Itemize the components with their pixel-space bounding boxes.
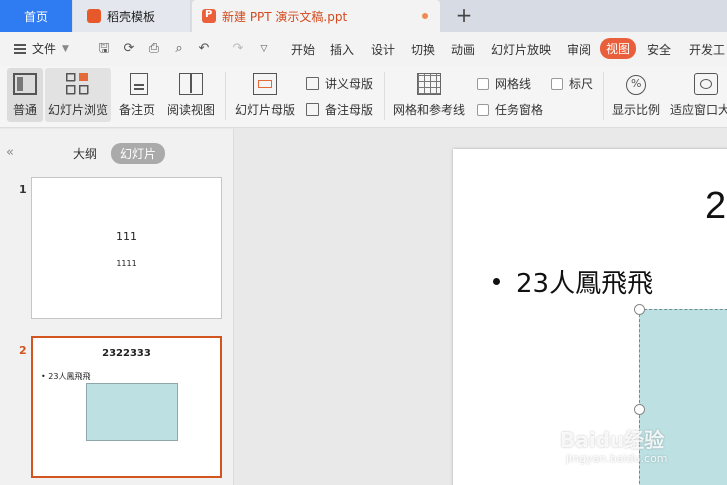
menu-security[interactable]: 安全: [647, 41, 671, 58]
unsaved-dot-icon: [422, 13, 428, 19]
menu-view[interactable]: 视图: [600, 38, 637, 59]
slide-bullet[interactable]: 23人鳳飛飛: [493, 263, 653, 300]
reading-view-icon: [179, 73, 203, 95]
new-tab-button[interactable]: +: [452, 4, 476, 28]
menu-start[interactable]: 开始: [291, 41, 315, 58]
bullet-icon: [493, 278, 500, 285]
ruler-check-box[interactable]: [551, 77, 563, 90]
tab-home-label: 首页: [23, 9, 48, 24]
task-pane-label: 任务窗格: [495, 103, 544, 117]
slide-master-button[interactable]: 幻灯片母版: [232, 68, 298, 122]
grid-guides-button[interactable]: 网格和参考线: [390, 68, 468, 122]
chevron-down-icon: ▼: [62, 43, 69, 54]
menu-transition[interactable]: 切换: [411, 41, 435, 58]
gridlines-check-box[interactable]: [477, 77, 489, 90]
thumbnail-title: 2322333: [102, 348, 151, 359]
zoom-button[interactable]: 显示比例: [610, 68, 662, 122]
handout-master-button[interactable]: 讲义母版: [306, 75, 373, 92]
menu-developer[interactable]: 开发工: [689, 41, 725, 58]
ppt-file-icon: [202, 9, 216, 23]
ruler-checkbox[interactable]: 标尺: [551, 75, 593, 92]
format-painter-icon[interactable]: ⟳: [121, 41, 137, 57]
handout-master-label: 讲义母版: [325, 77, 374, 91]
slide-thumbnail-1[interactable]: 111 1111: [31, 177, 222, 319]
notes-page-button[interactable]: 备注页: [114, 68, 160, 122]
slide-bullet-text: 23人鳳飛飛: [516, 269, 654, 299]
baidu-watermark-url: jingyan.baidu.com: [566, 452, 668, 465]
task-pane-checkbox[interactable]: 任务窗格: [477, 101, 543, 118]
grid-guides-label: 网格和参考线: [392, 103, 465, 117]
notes-master-button[interactable]: 备注母版: [306, 101, 373, 118]
grid-guides-icon: [417, 73, 441, 95]
resize-handle-middle-left[interactable]: [634, 404, 645, 415]
tab-bar: 首页 稻壳模板 新建 PPT 演示文稿.ppt +: [0, 0, 727, 32]
print-icon[interactable]: ⎙: [146, 41, 162, 57]
task-pane-check-box[interactable]: [477, 103, 489, 116]
zoom-label: 显示比例: [611, 103, 660, 117]
print-preview-icon[interactable]: ⌕: [171, 41, 187, 57]
normal-view-button[interactable]: 普通: [7, 68, 43, 122]
save-icon[interactable]: 🖫: [96, 41, 112, 57]
notes-page-icon: [129, 73, 148, 95]
thumbnail-shape: [86, 383, 178, 441]
slide-sorter-label: 幻灯片浏览: [47, 103, 108, 117]
menu-animation[interactable]: 动画: [451, 41, 475, 58]
fit-window-button[interactable]: 适应窗口大: [670, 68, 727, 122]
menu-insert[interactable]: 插入: [330, 41, 354, 58]
slide-sorter-icon: [66, 73, 90, 95]
file-menu-button[interactable]: 文件 ▼: [14, 40, 69, 57]
thumbnail-bullet: • 23人鳳飛飛: [41, 372, 91, 381]
menu-slideshow[interactable]: 幻灯片放映: [491, 41, 551, 58]
gridlines-checkbox[interactable]: 网格线: [477, 75, 531, 92]
tab-template[interactable]: 稻壳模板: [73, 0, 190, 32]
thumbnail-title: 111: [116, 230, 137, 243]
undo-icon[interactable]: ↶: [196, 41, 212, 57]
zoom-icon: [626, 75, 646, 95]
notes-master-icon: [306, 103, 319, 116]
redo-icon[interactable]: ↷: [230, 41, 246, 57]
menu-bar: 文件 ▼ 🖫 ⟳ ⎙ ⌕ ↶ ↷ ▽ 开始 插入 设计 切换 动画 幻灯片放映 …: [0, 32, 727, 66]
tab-document-label: 新建 PPT 演示文稿.ppt: [222, 9, 348, 24]
slide-master-icon: [253, 73, 277, 95]
menu-review[interactable]: 审阅: [567, 41, 591, 58]
slide-thumbnail-2[interactable]: 2322333 • 23人鳳飛飛: [31, 336, 222, 478]
slide-master-label: 幻灯片母版: [234, 103, 295, 117]
tab-document[interactable]: 新建 PPT 演示文稿.ppt: [192, 0, 440, 32]
tab-home[interactable]: 首页: [0, 0, 72, 32]
normal-view-label: 普通: [12, 103, 37, 117]
tab-outline[interactable]: 大纲: [73, 145, 97, 162]
slide-sorter-button[interactable]: 幻灯片浏览: [45, 68, 111, 122]
handout-master-icon: [306, 77, 319, 90]
notes-master-label: 备注母版: [325, 103, 374, 117]
collapse-panel-icon[interactable]: «: [6, 145, 14, 160]
tab-template-label: 稻壳模板: [107, 9, 156, 24]
reading-view-button[interactable]: 阅读视图: [164, 68, 218, 122]
fit-window-label: 适应窗口大: [670, 103, 727, 117]
resize-handle-top-left[interactable]: [634, 304, 645, 315]
thumbnail-subtitle: 1111: [116, 259, 137, 268]
notes-page-label: 备注页: [118, 103, 155, 117]
slides-panel: « 大纲 幻灯片 1 111 1111 2 2322333 • 23人鳳飛飛: [0, 129, 234, 485]
quick-access-more-icon[interactable]: ▽: [256, 41, 272, 57]
ribbon-divider: [603, 72, 604, 120]
ribbon-divider: [384, 72, 385, 120]
fit-window-icon: [694, 73, 718, 95]
baidu-watermark: Baidu经验: [560, 428, 665, 452]
docer-logo-icon: [87, 9, 101, 23]
file-menu-label: 文件: [32, 42, 57, 56]
menu-design[interactable]: 设计: [371, 41, 395, 58]
ribbon-view: 普通 幻灯片浏览 备注页 阅读视图 幻灯片母版 讲义母版 备注母版 网格和参考线…: [0, 66, 727, 128]
ribbon-divider: [225, 72, 226, 120]
ruler-label: 标尺: [569, 77, 594, 91]
normal-view-icon: [13, 73, 37, 95]
slide-number: 1: [19, 183, 27, 196]
gridlines-label: 网格线: [495, 77, 532, 91]
tab-slides[interactable]: 幻灯片: [111, 143, 166, 164]
reading-view-label: 阅读视图: [166, 103, 215, 117]
slide-number: 2: [19, 344, 27, 357]
hamburger-icon: [14, 43, 26, 54]
slide-title[interactable]: 2: [705, 185, 726, 228]
